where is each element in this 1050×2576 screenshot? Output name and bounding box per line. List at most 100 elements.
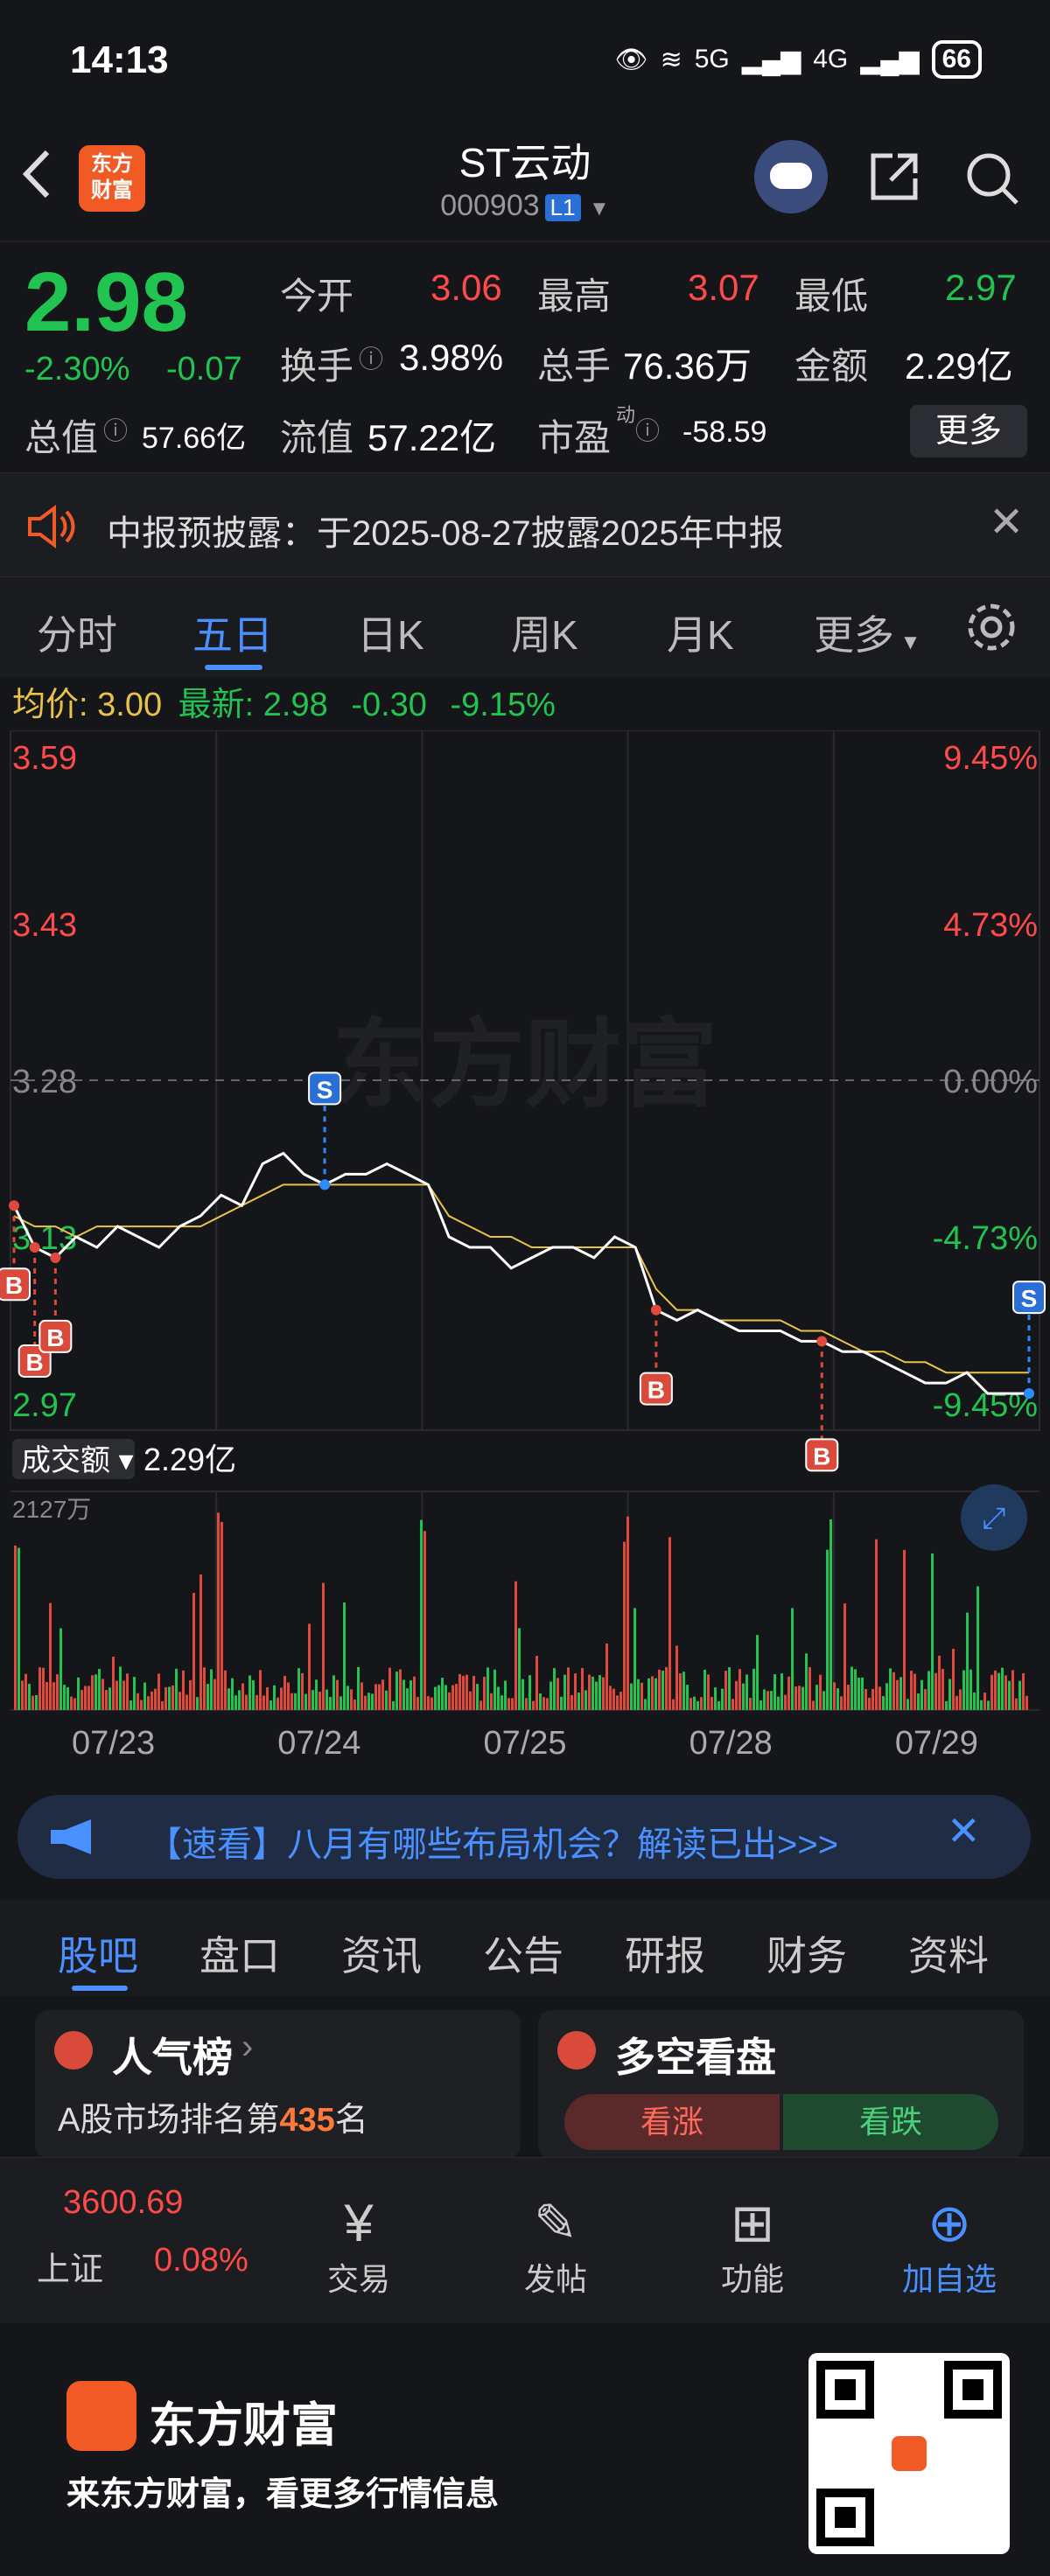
share-icon[interactable] <box>866 149 922 205</box>
index-name[interactable]: 上证 <box>37 2242 103 2290</box>
volume-bar <box>777 1696 780 1710</box>
volume-bar <box>858 1678 860 1710</box>
volume-bar <box>217 1512 220 1710</box>
tab-five-day[interactable]: 五日 <box>192 604 273 661</box>
low-value: 2.97 <box>945 267 1017 308</box>
info-icon[interactable]: ⓘ <box>635 412 660 447</box>
open-label: 今开 <box>280 276 354 317</box>
close-icon[interactable]: ✕ <box>947 1807 981 1854</box>
volume-bar <box>462 1675 465 1710</box>
ai-assistant-icon[interactable] <box>754 140 828 213</box>
volume-bar <box>906 1699 909 1710</box>
chevron-left-icon <box>22 150 50 199</box>
level-badge[interactable]: L1 <box>544 194 581 221</box>
nav-trade[interactable]: ¥ 交易 <box>298 2193 420 2300</box>
chart-svg: 东方财富3.59 9.45%3.43 4.73%3.28 0.00%3.13 -4.73… <box>0 730 1046 1762</box>
info-icon[interactable]: ⓘ <box>103 412 128 447</box>
more-button[interactable]: 更多 <box>910 405 1027 457</box>
volume-bar <box>410 1680 412 1710</box>
y-tick-right: 0.00% <box>943 1064 1038 1100</box>
marker-dot <box>816 1336 828 1347</box>
volume-bar <box>287 1682 290 1710</box>
volume-bar <box>234 1695 237 1710</box>
volume-bar <box>497 1686 500 1710</box>
volume-bar <box>126 1673 129 1710</box>
volume-bar <box>693 1696 696 1710</box>
volume-bar <box>350 1689 353 1710</box>
volume-bar <box>133 1677 136 1710</box>
nav-post[interactable]: ✎ 发帖 <box>494 2193 617 2300</box>
volume-bar <box>808 1667 811 1710</box>
index-value[interactable]: 3600.69 <box>63 2184 183 2222</box>
info-icon[interactable]: ⓘ <box>359 340 383 375</box>
tab-daily-k[interactable]: 日K <box>357 604 424 661</box>
tab-profile[interactable]: 资料 <box>908 1924 989 1982</box>
chevron-down-icon[interactable]: ▼ <box>589 197 610 220</box>
volume-bar <box>696 1700 699 1710</box>
tab-intraday[interactable]: 分时 <box>37 604 117 661</box>
five-day-chart[interactable]: 东方财富 3.59 9.45% 3.43 4.73% 3.28 0.00% 3.13 -4.73… <box>0 730 1050 1780</box>
qr-code[interactable] <box>808 2353 1010 2554</box>
change-value: -0.07 <box>166 351 242 387</box>
tab-weekly-k[interactable]: 周K <box>511 604 578 661</box>
volume-bar <box>931 1553 934 1710</box>
volume-bar <box>710 1697 713 1710</box>
volume-bar <box>182 1670 185 1710</box>
volume-bar <box>1022 1672 1025 1710</box>
nav-add-watchlist[interactable]: ⊕ 加自选 <box>888 2193 1011 2300</box>
tab-more[interactable]: 更多 ▼ <box>814 604 920 661</box>
speaker-icon <box>28 505 75 548</box>
volume-bar <box>854 1669 857 1710</box>
tab-news[interactable]: 资讯 <box>341 1924 422 1982</box>
back-button[interactable] <box>19 143 54 214</box>
tab-finance[interactable]: 财务 <box>766 1924 847 1982</box>
tab-pankou[interactable]: 盘口 <box>200 1924 280 1982</box>
volume-bar <box>760 1700 762 1710</box>
volume-bar <box>196 1697 199 1710</box>
volume-bar <box>903 1549 906 1710</box>
promo-banner[interactable]: 【速看】八月有哪些布局机会？解读已出>>> ✕ <box>18 1795 1031 1879</box>
volume-bar <box>312 1690 314 1710</box>
float-value: 57.22亿 <box>368 417 497 458</box>
volume-bar <box>609 1686 612 1710</box>
volume-bar <box>378 1684 381 1710</box>
volume-bar <box>354 1699 356 1710</box>
search-icon[interactable] <box>962 149 1022 208</box>
volume-bar <box>42 1667 45 1710</box>
tab-research[interactable]: 研报 <box>625 1924 705 1982</box>
volume-bar <box>91 1675 94 1710</box>
bull-button[interactable]: 看涨 <box>564 2094 780 2150</box>
high-label: 最高 <box>537 276 612 317</box>
marker-label: B <box>648 1377 665 1404</box>
volume-bar <box>822 1691 825 1710</box>
volume-bar <box>749 1698 752 1710</box>
volume-bar <box>952 1649 955 1710</box>
volume-bar <box>14 1545 17 1710</box>
popularity-card[interactable]: 人气榜 › A股市场排名第435名 <box>35 2010 521 2159</box>
bear-button[interactable]: 看跌 <box>783 2094 998 2150</box>
tab-guba[interactable]: 股吧 <box>58 1924 138 1982</box>
volume-bar <box>945 1700 948 1710</box>
promo-text: 【速看】八月有哪些布局机会？解读已出>>> <box>147 1826 839 1864</box>
chart-icon <box>54 2031 93 2070</box>
settings-icon[interactable] <box>962 598 1020 656</box>
index-pct[interactable]: 0.08% <box>154 2242 248 2279</box>
info-tabs: 股吧 盘口 资讯 公告 研报 财务 资料 <box>0 1900 1050 1996</box>
long-short-card[interactable]: 多空看盘 看涨 看跌 <box>538 2010 1024 2159</box>
latest-pct: -9.15% <box>450 687 556 723</box>
volume-bar <box>1026 1695 1028 1710</box>
volume-total: 2.29亿 <box>144 1442 236 1477</box>
volume-bar <box>588 1674 591 1710</box>
volume-bar <box>242 1683 244 1710</box>
volume-bar <box>427 1696 430 1710</box>
volume-bar <box>812 1700 815 1710</box>
volume-bar <box>924 1689 927 1710</box>
volume-bar <box>896 1679 899 1710</box>
notice-bar[interactable]: 中报预披露：于2025-08-27披露2025年中报 ✕ <box>0 472 1050 577</box>
nav-functions[interactable]: ⊞ 功能 <box>691 2193 814 2300</box>
tab-monthly-k[interactable]: 月K <box>667 604 734 661</box>
volume-bar <box>847 1684 850 1710</box>
app-logo[interactable]: 东方 财富 <box>79 145 145 212</box>
close-icon[interactable]: ✕ <box>989 498 1024 547</box>
tab-announcements[interactable]: 公告 <box>483 1924 564 1982</box>
